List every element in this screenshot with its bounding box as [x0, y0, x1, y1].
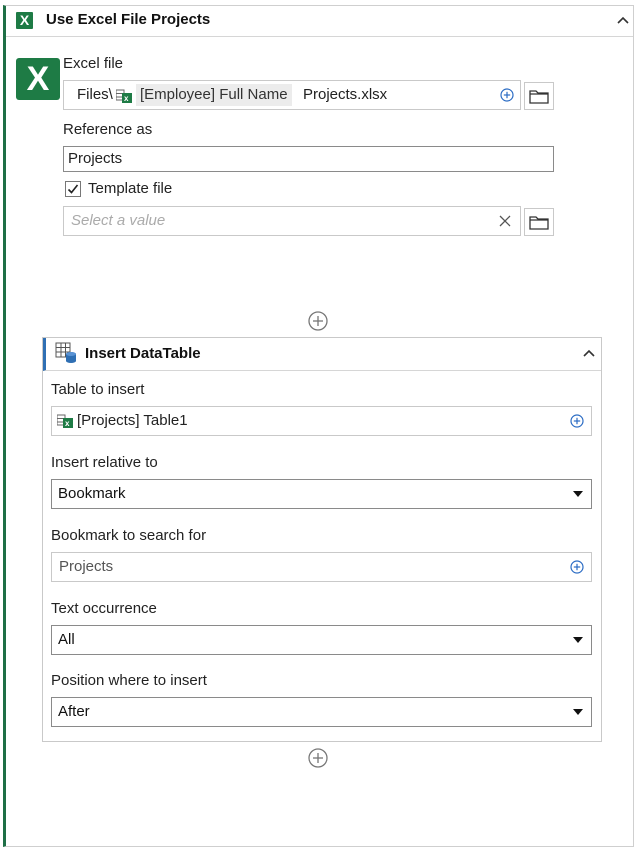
checkmark-icon — [67, 184, 79, 194]
table-to-insert-input[interactable]: x [Projects] Table1 — [51, 406, 592, 436]
excel-table-icon: x — [116, 89, 132, 103]
bookmark-label: Bookmark to search for — [51, 527, 207, 544]
excel-table-icon: x — [57, 414, 73, 428]
reference-as-label: Reference as — [63, 121, 153, 138]
position-select[interactable]: After — [51, 697, 592, 727]
insert-relative-to-select[interactable]: Bookmark — [51, 479, 592, 509]
dropdown-caret-icon — [573, 709, 583, 715]
excel-file-input[interactable]: Files\ x [Employee] Full Name Projects.x… — [63, 80, 521, 110]
text-occurrence-value: All — [58, 631, 75, 648]
dropdown-caret-icon — [573, 491, 583, 497]
template-browse-folder-button[interactable] — [524, 208, 554, 236]
svg-text:x: x — [124, 94, 129, 103]
collapse-chevron-up-icon[interactable] — [617, 15, 629, 27]
insert-datatable-panel: Insert DataTable Table to insert x [Proj… — [42, 337, 602, 742]
bookmark-value: Projects — [59, 558, 114, 575]
template-file-input[interactable]: Select a value — [63, 206, 521, 236]
table-to-insert-label: Table to insert — [51, 381, 145, 398]
insert-relative-to-value: Bookmark — [58, 485, 126, 502]
excel-icon: X — [16, 12, 33, 29]
clear-x-icon[interactable] — [499, 215, 511, 227]
position-value: After — [58, 703, 90, 720]
bookmark-input[interactable]: Projects — [51, 552, 592, 582]
table-to-insert-value: [Projects] Table1 — [77, 412, 188, 429]
use-excel-file-title: Use Excel File Projects — [46, 11, 211, 28]
text-occurrence-select[interactable]: All — [51, 625, 592, 655]
employee-full-name-chip[interactable]: [Employee] Full Name — [136, 84, 292, 106]
browse-folder-button[interactable] — [524, 82, 554, 110]
text-occurrence-label: Text occurrence — [51, 600, 157, 617]
template-file-placeholder: Select a value — [71, 212, 166, 229]
excel-large-icon: X — [16, 58, 60, 100]
svg-text:x: x — [65, 419, 70, 428]
position-label: Position where to insert — [51, 672, 207, 689]
add-step-circle-icon[interactable] — [308, 748, 328, 768]
excel-file-label: Excel file — [63, 55, 124, 72]
insert-variable-plus-icon[interactable] — [570, 560, 584, 574]
template-file-label: Template file — [88, 180, 173, 197]
folder-icon — [529, 89, 549, 104]
excel-file-suffix: Projects.xlsx — [303, 86, 388, 103]
insert-datatable-title: Insert DataTable — [85, 345, 201, 362]
insert-relative-to-label: Insert relative to — [51, 454, 158, 471]
datatable-icon — [55, 342, 76, 363]
use-excel-file-header[interactable]: X Use Excel File Projects — [6, 6, 633, 37]
reference-as-input[interactable]: Projects — [63, 146, 554, 172]
excel-file-prefix: Files\ — [77, 86, 113, 103]
insert-variable-plus-icon[interactable] — [570, 414, 584, 428]
dropdown-caret-icon — [573, 637, 583, 643]
add-step-circle-icon[interactable] — [308, 311, 328, 331]
insert-datatable-header[interactable]: Insert DataTable — [43, 338, 601, 371]
folder-icon — [529, 215, 549, 230]
collapse-chevron-up-icon[interactable] — [583, 348, 595, 360]
template-file-checkbox[interactable] — [65, 181, 81, 197]
use-excel-file-panel: X Use Excel File Projects X Excel file F… — [3, 5, 634, 847]
insert-variable-plus-icon[interactable] — [500, 88, 514, 102]
